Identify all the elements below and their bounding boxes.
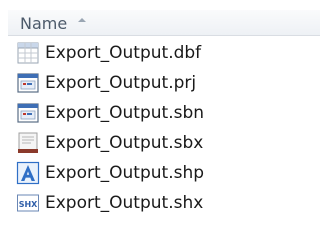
file-name: Export_Output.prj — [45, 73, 197, 93]
document-file-icon — [16, 131, 40, 155]
file-row-prj[interactable]: Export_Output.prj — [16, 68, 320, 98]
svg-text:SHX: SHX — [19, 200, 38, 209]
file-name: Export_Output.shp — [45, 163, 205, 183]
table-file-icon — [16, 41, 40, 65]
name-column-header[interactable]: Name — [8, 10, 320, 36]
name-column-label: Name — [20, 14, 68, 33]
file-row-dbf[interactable]: Export_Output.dbf — [16, 38, 320, 68]
file-name: Export_Output.shx — [45, 193, 204, 213]
file-list-pane: Name Export_Output.dbf Export_Output.prj… — [0, 0, 328, 242]
file-row-shp[interactable]: Export_Output.shp — [16, 158, 320, 188]
file-name: Export_Output.dbf — [45, 43, 202, 63]
file-row-sbn[interactable]: Export_Output.sbn — [16, 98, 320, 128]
shx-file-icon: SHX — [16, 191, 40, 215]
sort-ascending-icon — [78, 18, 86, 22]
file-row-sbx[interactable]: Export_Output.sbx — [16, 128, 320, 158]
file-name: Export_Output.sbx — [45, 133, 204, 153]
window-file-icon — [16, 101, 40, 125]
file-row-shx[interactable]: SHX Export_Output.shx — [16, 188, 320, 218]
shapefile-a-icon — [16, 161, 40, 185]
file-list: Export_Output.dbf Export_Output.prj Expo… — [16, 38, 320, 218]
file-name: Export_Output.sbn — [45, 103, 205, 123]
window-file-icon — [16, 71, 40, 95]
